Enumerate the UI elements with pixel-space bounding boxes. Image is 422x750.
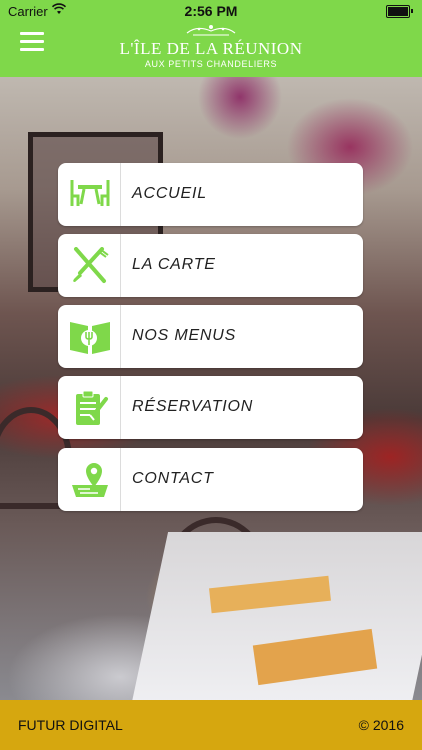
table-chairs-icon: [70, 180, 110, 206]
menu-item-nos-menus[interactable]: NOS MENUS: [58, 305, 363, 368]
battery-icon: [386, 5, 413, 18]
menu-item-label: ACCUEIL: [132, 185, 207, 202]
clipboard-check-icon: [76, 390, 108, 425]
menu-item-label: RÉSERVATION: [132, 398, 254, 415]
menu-book-icon: [70, 322, 110, 354]
status-time: 2:56 PM: [184, 3, 238, 19]
menu-item-la-carte[interactable]: LA CARTE: [58, 234, 363, 297]
hamburger-menu-button[interactable]: [20, 32, 44, 52]
brand-logo: L'ÎLE DE LA RÉUNION AUX PETITS CHANDELIE…: [111, 23, 311, 71]
menu-item-accueil[interactable]: ACCUEIL: [58, 163, 363, 226]
fork-knife-icon: [73, 247, 109, 283]
status-bar: Carrier 2:56 PM: [0, 0, 422, 22]
menu-item-contact[interactable]: CONTACT: [58, 448, 363, 511]
map-pin-icon: [72, 463, 108, 497]
brand-subtitle: AUX PETITS CHANDELIERS: [144, 59, 278, 69]
menu-item-reservation[interactable]: RÉSERVATION: [58, 376, 363, 439]
footer-company: FUTUR DIGITAL: [18, 717, 123, 733]
brand-name: L'ÎLE DE LA RÉUNION: [119, 39, 303, 58]
menu-item-label: NOS MENUS: [132, 327, 237, 344]
app-header: Carrier 2:56 PM L'ÎLE DE LA RÉUNION AUX …: [0, 0, 422, 77]
chandelier-ornament-icon: [186, 25, 236, 36]
menu-item-label: CONTACT: [132, 470, 214, 487]
menu-item-label: LA CARTE: [132, 256, 216, 273]
app-footer: FUTUR DIGITAL © 2016: [0, 700, 422, 750]
footer-copyright: © 2016: [358, 717, 404, 733]
